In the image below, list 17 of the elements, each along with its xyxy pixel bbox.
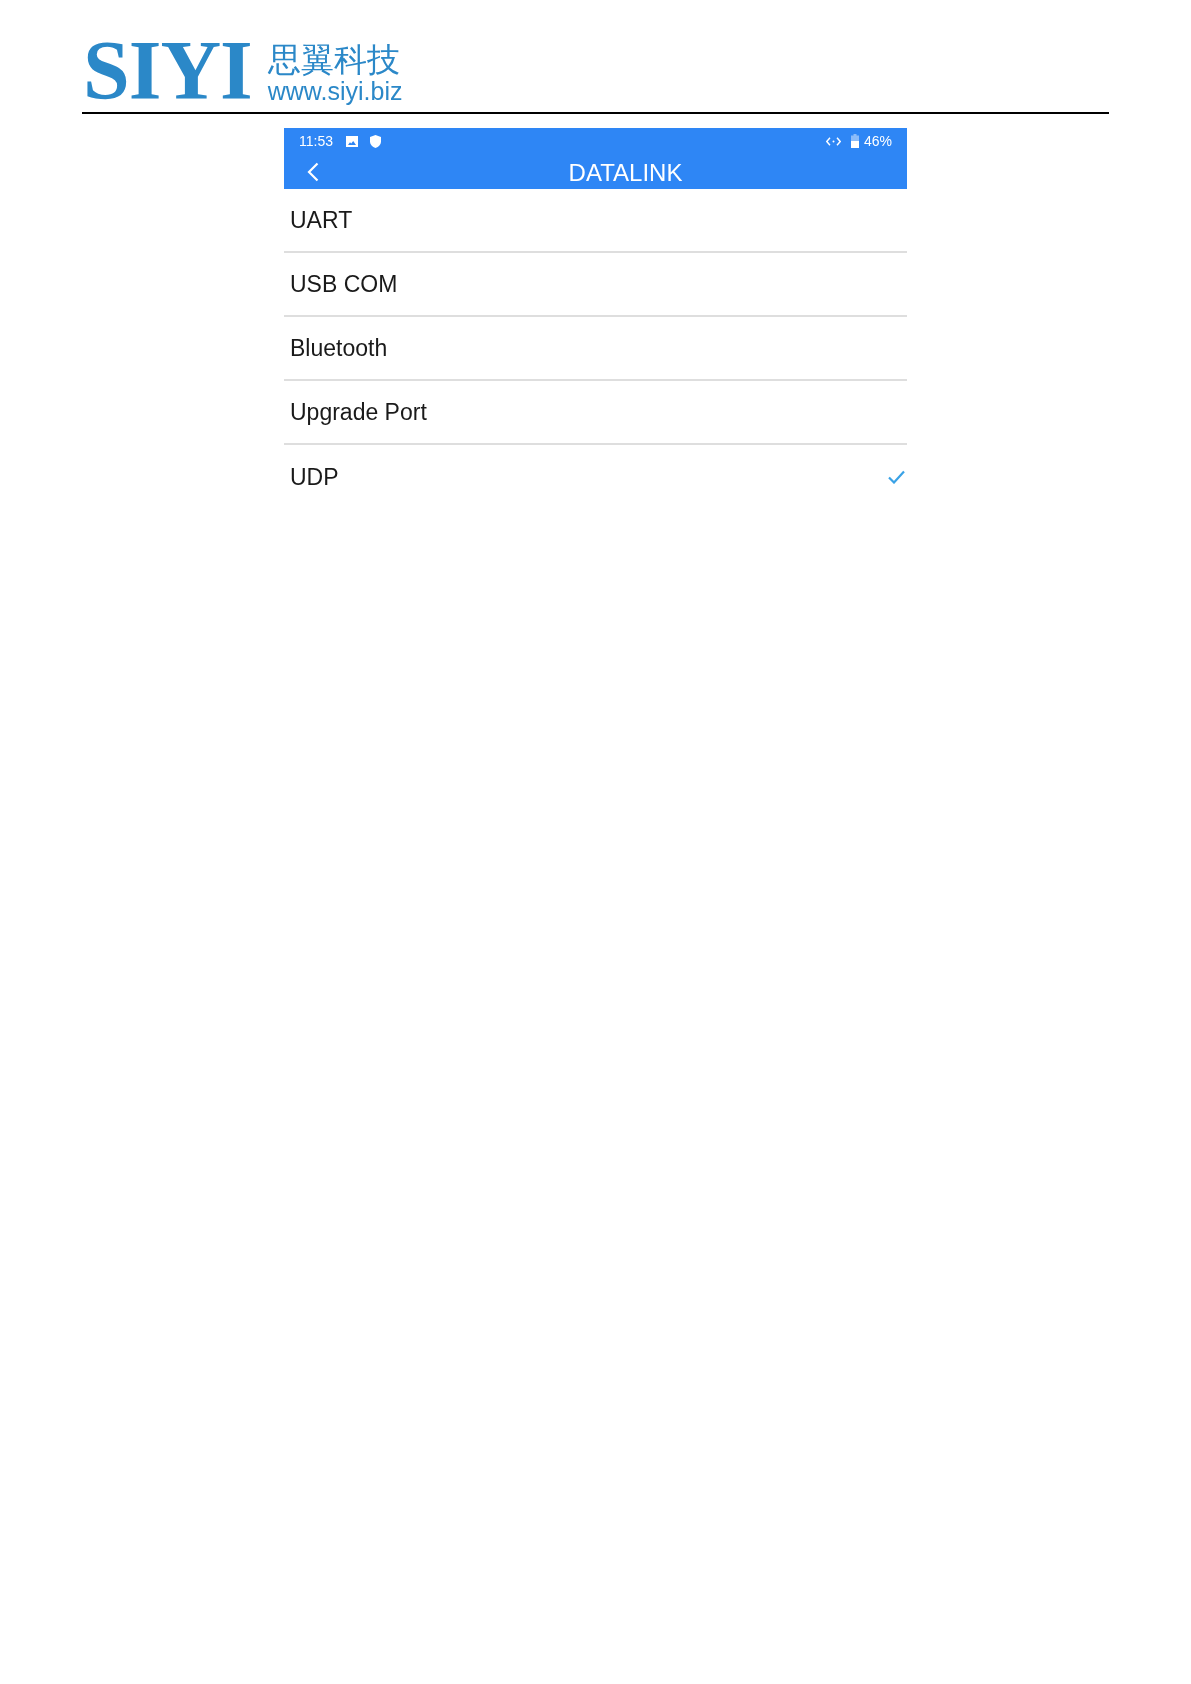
datalink-option[interactable]: UDP xyxy=(284,445,907,509)
datalink-option[interactable]: UART xyxy=(284,189,907,253)
company-name: 思翼科技 xyxy=(267,42,401,78)
datalink-option[interactable]: Upgrade Port xyxy=(284,381,907,445)
datalink-option[interactable]: Bluetooth xyxy=(284,317,907,381)
battery-percentage: 46% xyxy=(863,134,892,148)
data-transfer-icon xyxy=(825,136,841,146)
screen-title: DATALINK xyxy=(568,160,683,185)
website-text: www.siyi.biz xyxy=(267,78,403,104)
back-icon[interactable] xyxy=(307,161,319,182)
checkmark-icon xyxy=(888,470,905,484)
image-icon xyxy=(346,135,358,147)
logo-wordmark: SIYI xyxy=(83,36,252,106)
battery-icon xyxy=(850,134,859,148)
shield-icon xyxy=(370,134,381,148)
datalink-option[interactable]: USB COM xyxy=(284,253,907,317)
status-time: 11:53 xyxy=(299,134,333,148)
